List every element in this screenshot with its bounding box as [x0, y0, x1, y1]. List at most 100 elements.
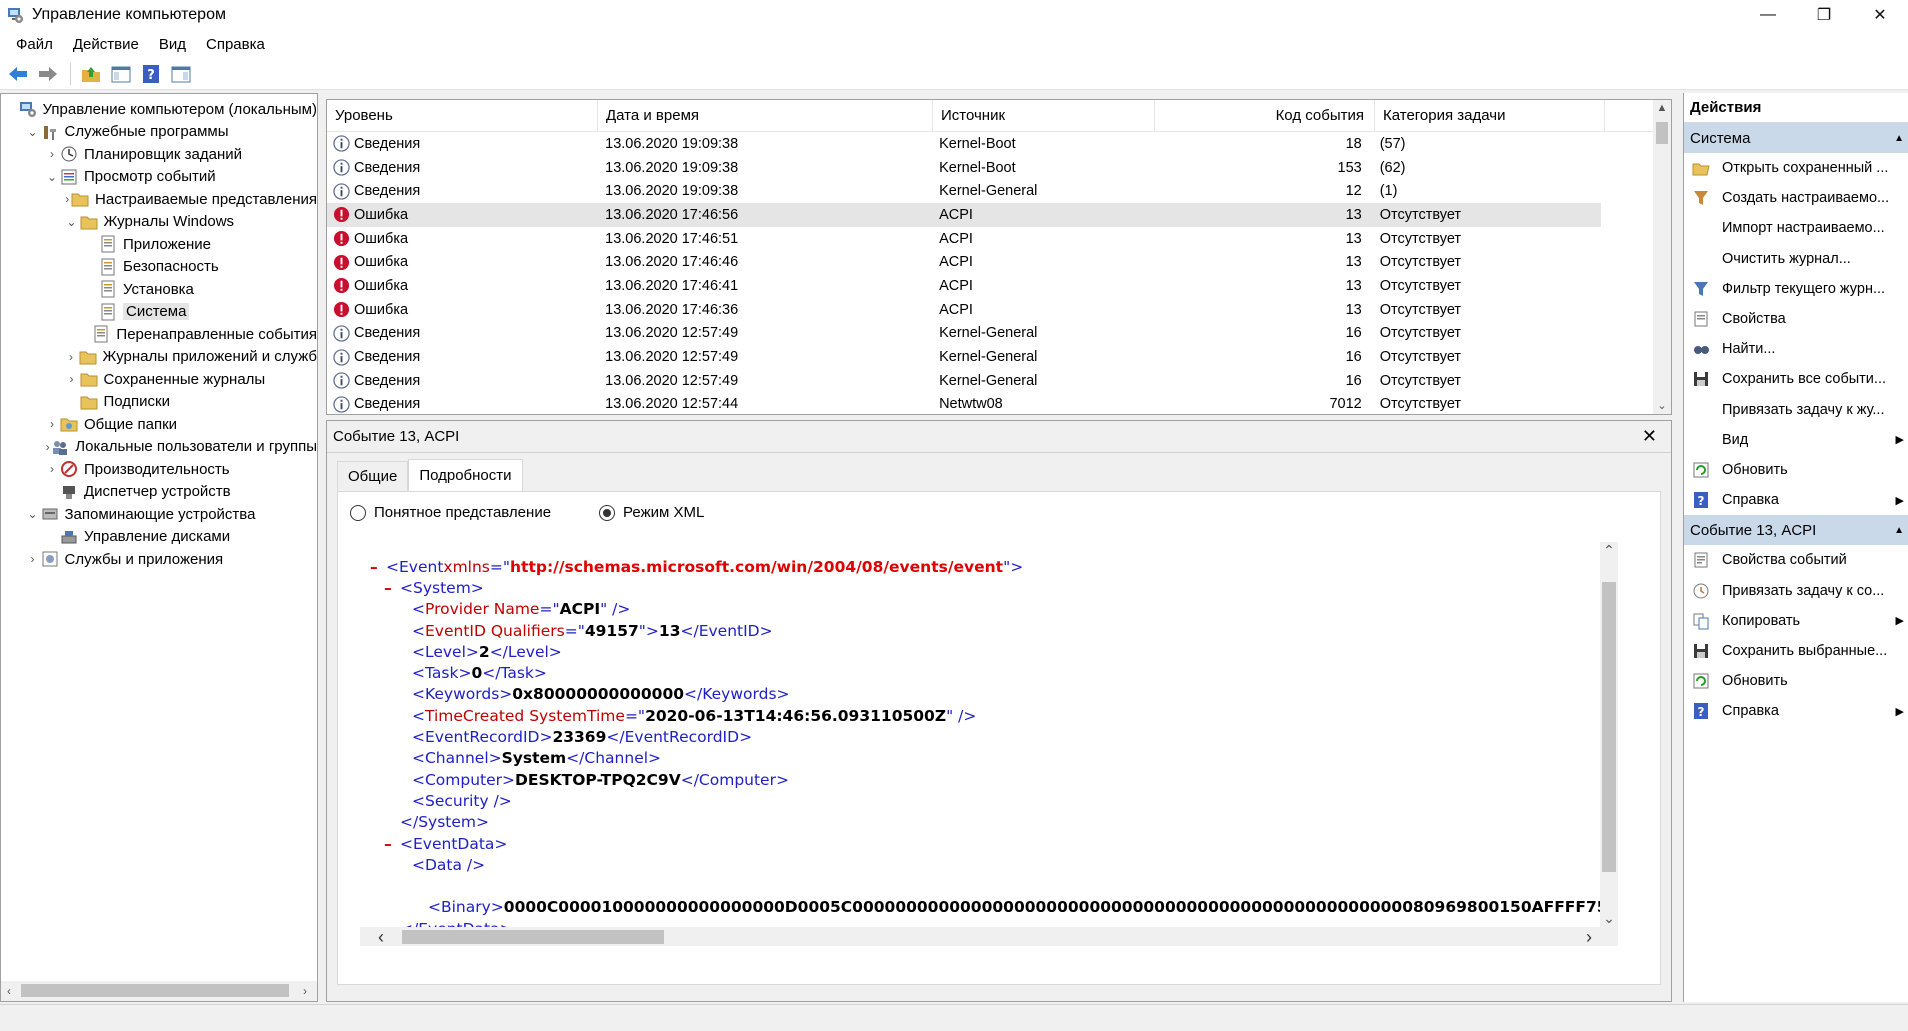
action-item[interactable]: Свойства [1684, 304, 1908, 334]
menu-help[interactable]: Справка [196, 36, 275, 53]
tree-item[interactable]: ⌄ Журналы Windows [1, 211, 317, 234]
event-row[interactable]: Ошибка 13.06.2020 17:46:41 ACPI 13 Отсутству… [327, 274, 1601, 298]
column-date[interactable]: Дата и время [598, 100, 933, 132]
show-hide-action-pane-icon[interactable] [167, 61, 195, 87]
tree-item[interactable]: › Планировщик заданий [1, 143, 317, 166]
scroll-up-icon[interactable]: ▲ [1653, 102, 1671, 114]
column-event-id[interactable]: Код события [1155, 100, 1375, 132]
tree-item[interactable]: Система [1, 301, 317, 324]
tree-item[interactable]: › Службы и приложения [1, 548, 317, 571]
forward-icon[interactable] [34, 61, 62, 87]
show-hide-tree-icon[interactable] [107, 61, 135, 87]
tree-item[interactable]: ⌄ Просмотр событий [1, 166, 317, 189]
tab-details[interactable]: Подробности [408, 459, 523, 491]
tree-item[interactable]: ⌄ Служебные программы [1, 121, 317, 144]
menu-action[interactable]: Действие [63, 36, 149, 53]
tree-item[interactable]: Управление компьютером (локальным) [1, 98, 317, 121]
help-icon[interactable]: ? [137, 61, 165, 87]
column-level[interactable]: Уровень [327, 100, 598, 132]
radio-button[interactable] [350, 504, 366, 521]
action-item[interactable]: Привязать задачу к жу... [1684, 395, 1908, 425]
scrollbar-thumb[interactable] [402, 930, 664, 944]
event-row[interactable]: Ошибка 13.06.2020 17:46:51 ACPI 13 Отсутству… [327, 227, 1601, 251]
up-folder-icon[interactable] [77, 61, 105, 87]
xml-vertical-scrollbar[interactable]: ⌃ ⌄ [1600, 542, 1618, 927]
tree-item[interactable]: Приложение [1, 233, 317, 256]
tree-item[interactable]: › Производительность [1, 458, 317, 481]
collapsed-chevron-icon[interactable]: › [44, 417, 60, 431]
tree-item[interactable]: › Общие папки [1, 413, 317, 436]
collapsed-chevron-icon[interactable]: › [64, 350, 79, 364]
xml-horizontal-scrollbar[interactable]: ‹ › [360, 927, 1618, 946]
scroll-down-icon[interactable]: ⌄ [1653, 399, 1671, 412]
scroll-right-icon[interactable]: › [1586, 927, 1592, 946]
action-item[interactable]: Вид ▶ [1684, 425, 1908, 455]
tab-general[interactable]: Общие [337, 461, 409, 491]
event-row[interactable]: Ошибка 13.06.2020 17:46:56 ACPI 13 Отсутству… [327, 203, 1601, 227]
collapsed-chevron-icon[interactable]: › [44, 440, 51, 454]
action-item[interactable]: Сохранить все событи... [1684, 364, 1908, 394]
tree-item[interactable]: Безопасность [1, 256, 317, 279]
tree-item[interactable]: Диспетчер устройств [1, 481, 317, 504]
collapsed-chevron-icon[interactable]: › [64, 372, 80, 386]
tree-item[interactable]: Подписки [1, 391, 317, 414]
radio-button-checked[interactable] [599, 504, 616, 521]
tree-item[interactable]: › Журналы приложений и служб [1, 346, 317, 369]
collapse-icon[interactable]: – [384, 579, 400, 597]
tree-item[interactable]: ⌄ Запоминающие устройства [1, 503, 317, 526]
action-item[interactable]: Очистить журнал... [1684, 244, 1908, 274]
collapse-caret-icon[interactable]: ▲ [1894, 525, 1904, 536]
collapse-icon[interactable]: – [384, 835, 400, 853]
scroll-up-icon[interactable]: ⌃ [1600, 542, 1618, 559]
expanded-chevron-icon[interactable]: ⌄ [44, 170, 60, 184]
menu-file[interactable]: Файл [6, 36, 63, 53]
event-row[interactable]: Сведения 13.06.2020 19:09:38 Kernel-Genera… [327, 179, 1601, 203]
collapsed-chevron-icon[interactable]: › [64, 192, 72, 206]
action-item[interactable]: ? Справка ▶ [1684, 696, 1908, 726]
scrollbar-thumb[interactable] [21, 984, 289, 997]
actions-section-header[interactable]: Событие 13, ACPI ▲ [1684, 515, 1908, 546]
event-row[interactable]: Сведения 13.06.2020 19:09:38 Kernel-Boot 15… [327, 156, 1601, 180]
back-icon[interactable] [4, 61, 32, 87]
collapse-icon[interactable]: – [370, 558, 386, 576]
expanded-chevron-icon[interactable]: ⌄ [25, 125, 41, 139]
xml-content[interactable]: – <Event xmlns =" http://schemas.microsoft… [360, 542, 1600, 927]
tree-item[interactable]: Управление дисками [1, 526, 317, 549]
maximize-button[interactable]: ❐ [1796, 0, 1852, 30]
tree-item[interactable]: › Настраиваемые представления [1, 188, 317, 211]
action-item[interactable]: Найти... [1684, 334, 1908, 364]
events-vertical-scrollbar[interactable]: ▲ ⌄ [1653, 100, 1671, 414]
action-item[interactable]: Обновить [1684, 666, 1908, 696]
tree-item[interactable]: › Локальные пользователи и группы [1, 436, 317, 459]
column-source[interactable]: Источник [933, 100, 1155, 132]
event-row[interactable]: Сведения 13.06.2020 12:57:49 Kernel-Genera… [327, 322, 1601, 346]
radio-friendly-view[interactable]: Понятное представление [350, 504, 551, 521]
action-item[interactable]: Сохранить выбранные... [1684, 636, 1908, 666]
event-row[interactable]: Сведения 13.06.2020 12:57:49 Kernel-Genera… [327, 345, 1601, 369]
action-item[interactable]: Обновить [1684, 455, 1908, 485]
event-row[interactable]: Ошибка 13.06.2020 17:46:36 ACPI 13 Отсутству… [327, 298, 1601, 322]
action-item[interactable]: Фильтр текущего журн... [1684, 274, 1908, 304]
scrollbar-thumb[interactable] [1602, 582, 1616, 872]
scroll-left-icon[interactable]: ‹ [7, 984, 11, 998]
collapsed-chevron-icon[interactable]: › [25, 552, 41, 566]
scroll-down-icon[interactable]: ⌄ [1600, 910, 1618, 927]
tree-horizontal-scrollbar[interactable]: ‹ › [1, 981, 317, 1001]
action-item[interactable]: Создать настраиваемо... [1684, 183, 1908, 213]
scroll-right-icon[interactable]: › [303, 984, 307, 998]
event-row[interactable]: Ошибка 13.06.2020 17:46:46 ACPI 13 Отсутству… [327, 250, 1601, 274]
tree-item[interactable]: Установка [1, 278, 317, 301]
action-item[interactable]: Свойства событий [1684, 545, 1908, 575]
actions-section-header[interactable]: Система ▲ [1684, 123, 1908, 153]
minimize-button[interactable]: — [1740, 0, 1796, 30]
menu-view[interactable]: Вид [149, 36, 196, 53]
scrollbar-thumb[interactable] [1656, 122, 1668, 144]
action-item[interactable]: Открыть сохраненный ... [1684, 153, 1908, 183]
scroll-left-icon[interactable]: ‹ [378, 927, 384, 946]
collapsed-chevron-icon[interactable]: › [44, 147, 60, 161]
collapsed-chevron-icon[interactable]: › [44, 462, 60, 476]
action-item[interactable]: Привязать задачу к со... [1684, 575, 1908, 605]
tree-item[interactable]: › Сохраненные журналы [1, 368, 317, 391]
action-item[interactable]: Копировать ▶ [1684, 606, 1908, 636]
tree-item[interactable]: Перенаправленные события [1, 323, 317, 346]
